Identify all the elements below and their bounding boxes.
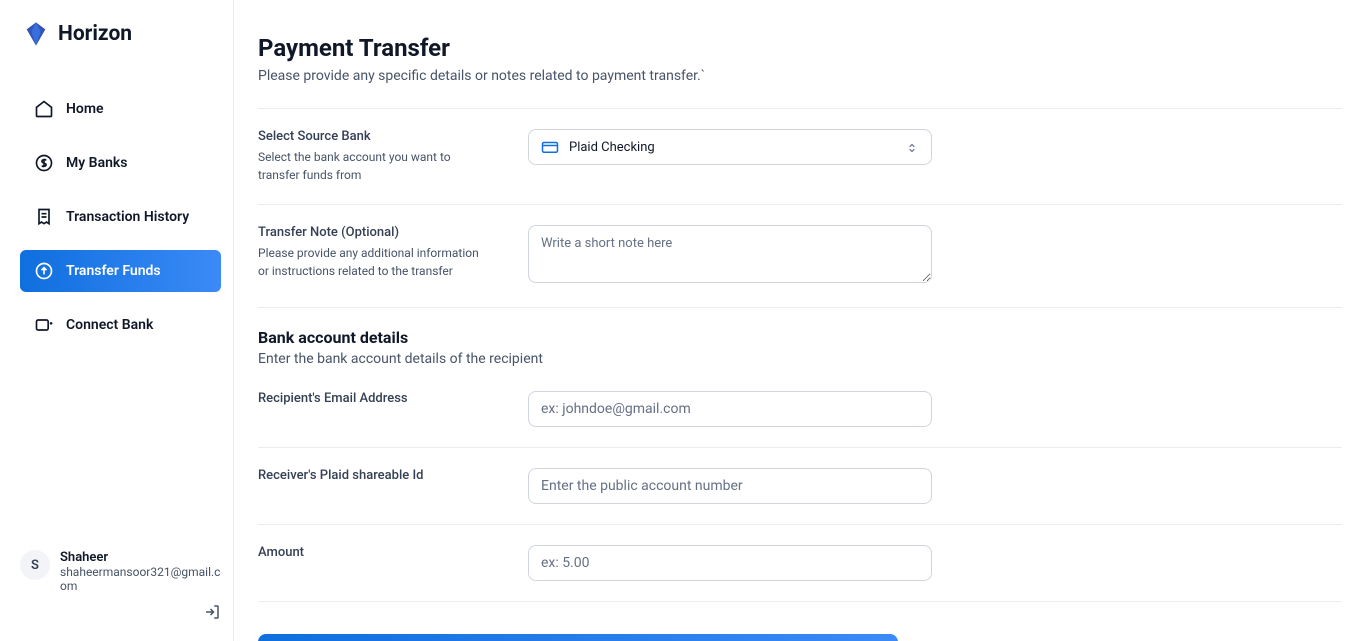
nav-label: My Banks [66,155,128,171]
avatar: S [20,550,50,580]
receipt-icon [34,207,54,227]
amount-row: Amount [258,545,1342,581]
transfer-note-input[interactable] [528,225,932,283]
details-heading: Bank account details [258,328,1342,347]
nav-label: Connect Bank [66,317,153,333]
user-section: S Shaheer shaheermansoor321@gmail.com [20,536,221,621]
logo-icon [22,20,50,48]
transfer-icon [34,261,54,281]
transfer-note-label: Transfer Note (Optional) [258,225,492,240]
connect-icon [34,315,54,335]
nav-label: Transfer Funds [66,263,161,279]
nav-item-connect-bank[interactable]: Connect Bank [20,304,221,346]
nav-label: Transaction History [66,209,189,225]
user-info: Shaheer shaheermansoor321@gmail.com [60,550,221,621]
transfer-note-help: Please provide any additional informatio… [258,244,492,280]
logo[interactable]: Horizon [20,20,221,48]
main-content: Payment Transfer Please provide any spec… [234,0,1366,641]
recipient-email-row: Recipient's Email Address [258,391,1342,427]
transfer-note-row: Transfer Note (Optional) Please provide … [258,225,1342,287]
nav-label: Home [66,101,104,117]
source-bank-row: Select Source Bank Select the bank accou… [258,129,1342,184]
nav-item-my-banks[interactable]: My Banks [20,142,221,184]
recipient-email-label: Recipient's Email Address [258,391,492,406]
source-bank-label: Select Source Bank [258,129,492,144]
user-email: shaheermansoor321@gmail.com [60,565,221,593]
source-bank-value: Plaid Checking [569,140,895,155]
transfer-funds-button[interactable]: Transfer Funds [258,634,898,641]
shareable-id-input[interactable] [528,468,932,504]
logo-text: Horizon [58,22,132,46]
details-subtext: Enter the bank account details of the re… [258,351,1342,367]
logout-icon[interactable] [203,603,221,621]
user-name: Shaheer [60,550,221,565]
sidebar: Horizon Home My Banks Transaction Histor… [0,0,234,641]
shareable-id-row: Receiver's Plaid shareable Id [258,468,1342,504]
nav-item-transfer-funds[interactable]: Transfer Funds [20,250,221,292]
source-bank-help: Select the bank account you want to tran… [258,148,492,184]
amount-input[interactable] [528,545,932,581]
shareable-id-label: Receiver's Plaid shareable Id [258,468,492,483]
source-bank-select[interactable]: Plaid Checking [528,129,932,165]
credit-card-icon [541,138,559,156]
page-title: Payment Transfer [258,34,1342,62]
nav-item-home[interactable]: Home [20,88,221,130]
dollar-circle-icon [34,153,54,173]
recipient-email-input[interactable] [528,391,932,427]
chevron-down-icon [905,140,919,154]
nav-list: Home My Banks Transaction History Transf… [20,88,221,536]
amount-label: Amount [258,545,492,560]
page-subtitle: Please provide any specific details or n… [258,68,1342,84]
nav-item-transaction-history[interactable]: Transaction History [20,196,221,238]
home-icon [34,99,54,119]
